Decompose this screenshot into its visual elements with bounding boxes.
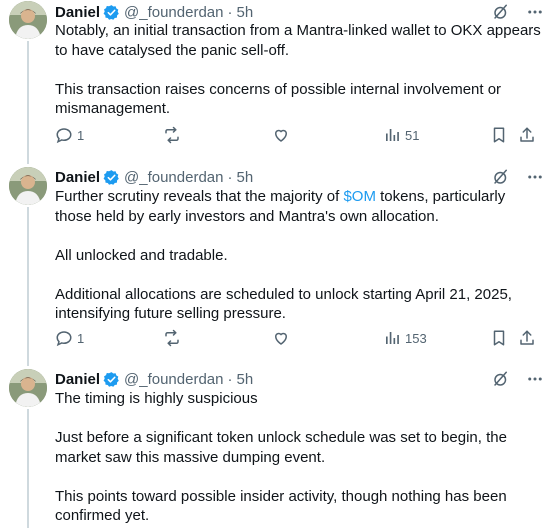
- tweet-header: Daniel @_founderdan · 5h: [55, 166, 253, 188]
- tweet-paragraph: Notably, an initial transaction from a M…: [55, 22, 541, 59]
- tweet-header: Daniel @_founderdan · 5h: [55, 1, 253, 23]
- tweet-paragraph: All unlocked and tradable.: [55, 246, 228, 264]
- grok-icon[interactable]: [492, 3, 510, 21]
- tweet-header: Daniel @_founderdan · 5h: [55, 368, 253, 390]
- author-name[interactable]: Daniel: [55, 371, 100, 388]
- tweet-paragraph: This points toward possible insider acti…: [55, 487, 507, 525]
- tweet-top-actions: [492, 368, 544, 390]
- views-button[interactable]: 51: [383, 124, 419, 146]
- separator: ·: [227, 3, 233, 21]
- author-handle[interactable]: @_founderdan: [124, 4, 223, 21]
- author-handle[interactable]: @_founderdan: [124, 169, 223, 186]
- repost-icon: [165, 126, 179, 144]
- views-count: 153: [405, 330, 427, 346]
- share-button[interactable]: [518, 124, 536, 146]
- cashtag-link[interactable]: $OM: [343, 188, 376, 205]
- heart-icon: [274, 332, 288, 345]
- verified-badge-icon: [103, 169, 119, 185]
- avatar[interactable]: [9, 1, 47, 39]
- author-handle[interactable]: @_founderdan: [124, 371, 223, 388]
- tweet-actions: 1 51: [55, 124, 545, 146]
- bookmark-button[interactable]: [490, 124, 508, 146]
- tweet-paragraph: The timing is highly suspicious: [55, 390, 258, 407]
- tweet-text: Further scrutiny reveals that the majori…: [55, 187, 545, 324]
- more-options-icon[interactable]: [526, 3, 544, 21]
- reply-count: 1: [77, 127, 85, 143]
- separator: ·: [227, 370, 233, 388]
- separator: ·: [227, 168, 233, 186]
- views-count: 51: [405, 127, 420, 143]
- reply-icon: [56, 128, 72, 144]
- tweet[interactable]: Daniel @_founderdan · 5h Further scrutin…: [0, 166, 554, 362]
- grok-icon[interactable]: [492, 168, 510, 186]
- tweet-actions: 1 153: [55, 327, 545, 349]
- avatar[interactable]: [9, 369, 47, 407]
- views-icon: [386, 332, 399, 344]
- text-segment: Further scrutiny reveals that the majori…: [55, 188, 344, 205]
- reply-button[interactable]: 1: [55, 327, 84, 349]
- share-icon: [520, 127, 534, 142]
- share-button[interactable]: [518, 327, 536, 349]
- views-button[interactable]: 153: [383, 327, 427, 349]
- verified-badge-icon: [103, 4, 119, 20]
- more-options-icon[interactable]: [526, 370, 544, 388]
- tweet-paragraph: Just before a significant token unlock s…: [55, 429, 507, 466]
- tweet[interactable]: Daniel @_founderdan · 5h The timing is h…: [0, 368, 554, 528]
- verified-badge-icon: [103, 371, 119, 387]
- reply-button[interactable]: 1: [55, 124, 84, 146]
- more-options-icon[interactable]: [526, 168, 544, 186]
- like-button[interactable]: [272, 327, 290, 349]
- tweet-text: The timing is highly suspicious Just bef…: [55, 389, 545, 526]
- author-name[interactable]: Daniel: [55, 4, 100, 21]
- repost-icon: [165, 329, 179, 347]
- tweet-top-actions: [492, 1, 544, 23]
- tweet-paragraph: This transaction raises concerns of poss…: [55, 80, 502, 118]
- timestamp[interactable]: 5h: [237, 4, 254, 21]
- author-name[interactable]: Daniel: [55, 169, 100, 186]
- avatar[interactable]: [9, 167, 47, 205]
- reply-count: 1: [77, 330, 85, 346]
- like-button[interactable]: [272, 124, 290, 146]
- views-icon: [386, 129, 399, 141]
- timestamp[interactable]: 5h: [237, 371, 254, 388]
- bookmark-icon: [493, 127, 505, 143]
- tweet-top-actions: [492, 166, 544, 188]
- tweet-paragraph: Further scrutiny reveals that the majori…: [55, 187, 545, 226]
- heart-icon: [274, 129, 288, 142]
- reply-icon: [56, 331, 72, 347]
- tweet-text: Notably, an initial transaction from a M…: [55, 21, 545, 119]
- grok-icon[interactable]: [492, 370, 510, 388]
- repost-button[interactable]: [162, 327, 182, 349]
- bookmark-icon: [493, 330, 505, 346]
- share-icon: [520, 330, 534, 345]
- repost-button[interactable]: [162, 124, 182, 146]
- tweet[interactable]: Daniel @_founderdan · 5h Notably, an ini…: [0, 0, 554, 160]
- tweet-paragraph: Additional allocations are scheduled to …: [55, 285, 512, 323]
- bookmark-button[interactable]: [490, 327, 508, 349]
- timestamp[interactable]: 5h: [237, 169, 254, 186]
